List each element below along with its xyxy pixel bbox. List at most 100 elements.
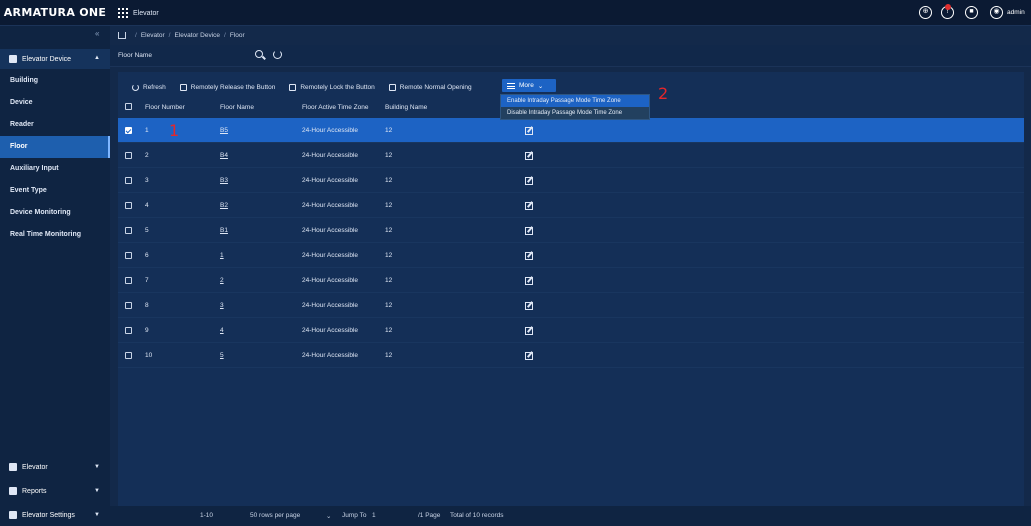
menu-item-disable-passage-mode[interactable]: Disable Intraday Passage Mode Time Zone (501, 107, 649, 119)
floor-time-zone: 24-Hour Accessible (302, 202, 358, 209)
chevron-down-icon: ▼ (94, 488, 100, 494)
header-floor-number[interactable]: Floor Number (145, 104, 185, 111)
floor-time-zone: 24-Hour Accessible (302, 302, 358, 309)
chevron-up-icon: ▲ (94, 55, 100, 61)
sidebar-group-elevator[interactable]: Elevator ▼ (0, 458, 110, 476)
floor-time-zone: 24-Hour Accessible (302, 227, 358, 234)
row-checkbox[interactable] (125, 302, 132, 309)
edit-icon[interactable] (525, 302, 533, 312)
chevron-down-icon[interactable]: ⌄ (326, 512, 331, 520)
sidebar-item-event-type[interactable]: Event Type (0, 180, 110, 202)
edit-icon[interactable] (525, 352, 533, 362)
table-row[interactable]: 7 2 24-Hour Accessible 12 (118, 268, 1024, 293)
table-row[interactable]: 5 B1 24-Hour Accessible 12 (118, 218, 1024, 243)
user-guide-icon[interactable]: ■ (965, 6, 978, 19)
edit-icon[interactable] (525, 252, 533, 262)
globe-icon[interactable]: ⊕ (919, 6, 932, 19)
row-checkbox[interactable] (125, 277, 132, 284)
module-switcher[interactable]: Elevator (118, 7, 159, 19)
floor-name-link[interactable]: 2 (220, 277, 224, 284)
edit-icon[interactable] (525, 127, 533, 137)
floor-name-filter-input[interactable]: Floor Name (118, 52, 152, 59)
floor-name-link[interactable]: B5 (220, 127, 228, 134)
floor-name-link[interactable]: 3 (220, 302, 224, 309)
row-checkbox[interactable] (125, 327, 132, 334)
remote-normal-opening-button[interactable]: Remote Normal Opening (388, 83, 472, 91)
sidebar-item-auxiliary-input[interactable]: Auxiliary Input (0, 158, 110, 180)
edit-icon[interactable] (525, 227, 533, 237)
edit-icon[interactable] (525, 177, 533, 187)
sidebar-item-device-monitoring[interactable]: Device Monitoring (0, 202, 110, 224)
app-logo[interactable]: ARMATURA ONE (0, 0, 110, 26)
edit-icon[interactable] (525, 277, 533, 287)
sidebar-item-device[interactable]: Device (0, 92, 110, 114)
floor-table-panel: Refresh Remotely Release the Button Remo… (118, 72, 1024, 522)
table-row[interactable]: 8 3 24-Hour Accessible 12 (118, 293, 1024, 318)
home-icon[interactable] (118, 32, 126, 39)
table-row[interactable]: 2 B4 24-Hour Accessible 12 (118, 143, 1024, 168)
row-checkbox[interactable] (125, 177, 132, 184)
floor-name-link[interactable]: B1 (220, 227, 228, 234)
breadcrumb-elevator-device[interactable]: Elevator Device (174, 32, 220, 39)
remote-release-button[interactable]: Remotely Release the Button (179, 83, 275, 91)
annotation-1: 1 (169, 121, 180, 140)
more-button[interactable]: More ⌄ (502, 79, 556, 92)
row-checkbox[interactable] (125, 202, 132, 209)
row-checkbox[interactable] (125, 227, 132, 234)
chevron-down-icon: ▼ (94, 464, 100, 470)
select-all-checkbox[interactable] (125, 103, 132, 111)
remote-lock-button[interactable]: Remotely Lock the Button (289, 83, 375, 91)
more-label: More (519, 82, 534, 89)
table-row[interactable]: 9 4 24-Hour Accessible 12 (118, 318, 1024, 343)
floor-number: 7 (145, 277, 149, 284)
table-row[interactable]: 1 B5 24-Hour Accessible 12 (118, 118, 1024, 143)
table-row[interactable]: 4 B2 24-Hour Accessible 12 (118, 193, 1024, 218)
header-time-zone[interactable]: Floor Active Time Zone (302, 104, 368, 111)
refresh-button[interactable]: Refresh (132, 83, 166, 91)
row-checkbox[interactable] (125, 152, 132, 159)
edit-icon[interactable] (525, 202, 533, 212)
building-name: 12 (385, 302, 393, 309)
floor-name-link[interactable]: 1 (220, 252, 224, 259)
floor-name-link[interactable]: 4 (220, 327, 224, 334)
sidebar-item-building[interactable]: Building (0, 70, 110, 92)
jump-to-input[interactable]: 1 (372, 512, 376, 519)
rows-per-page-select[interactable]: 50 rows per page (250, 512, 300, 519)
row-checkbox[interactable] (125, 252, 132, 259)
menu-item-enable-passage-mode[interactable]: Enable Intraday Passage Mode Time Zone (501, 95, 649, 107)
floor-number: 2 (145, 152, 149, 159)
sidebar: « Elevator Device ▲ Building Device Read… (0, 26, 110, 526)
row-checkbox[interactable] (125, 127, 132, 134)
collapse-sidebar-icon[interactable]: « (95, 29, 99, 38)
table-row[interactable]: 3 B3 24-Hour Accessible 12 (118, 168, 1024, 193)
user-avatar-icon[interactable]: ◉ (990, 6, 1003, 19)
header-building-name[interactable]: Building Name (385, 104, 427, 111)
sidebar-group-elevator-settings[interactable]: Elevator Settings ▼ (0, 506, 110, 524)
annotation-2: 2 (658, 84, 669, 103)
username[interactable]: admin (1007, 9, 1025, 16)
search-icon[interactable] (255, 50, 263, 58)
sidebar-item-floor[interactable]: Floor (0, 136, 110, 158)
floor-number: 8 (145, 302, 149, 309)
floor-name-link[interactable]: B4 (220, 152, 228, 159)
sidebar-item-reader[interactable]: Reader (0, 114, 110, 136)
sidebar-item-real-time-monitoring[interactable]: Real Time Monitoring (0, 224, 110, 246)
breadcrumb-elevator[interactable]: Elevator (141, 32, 165, 39)
building-name: 12 (385, 352, 393, 359)
row-checkbox[interactable] (125, 352, 132, 359)
sidebar-group-reports[interactable]: Reports ▼ (0, 482, 110, 500)
floor-name-link[interactable]: B3 (220, 177, 228, 184)
elevator-button-icon (388, 83, 396, 91)
edit-icon[interactable] (525, 327, 533, 337)
table-row[interactable]: 6 1 24-Hour Accessible 12 (118, 243, 1024, 268)
reset-icon[interactable] (273, 50, 282, 59)
header-floor-name[interactable]: Floor Name (220, 104, 254, 111)
building-name: 12 (385, 252, 393, 259)
sidebar-group-elevator-device[interactable]: Elevator Device ▲ (0, 49, 110, 69)
floor-name-link[interactable]: B2 (220, 202, 228, 209)
table-row[interactable]: 10 5 24-Hour Accessible 12 (118, 343, 1024, 368)
edit-icon[interactable] (525, 152, 533, 162)
floor-name-link[interactable]: 5 (220, 352, 224, 359)
list-icon (507, 82, 515, 89)
sidebar-group-label: Elevator Settings (22, 511, 75, 519)
